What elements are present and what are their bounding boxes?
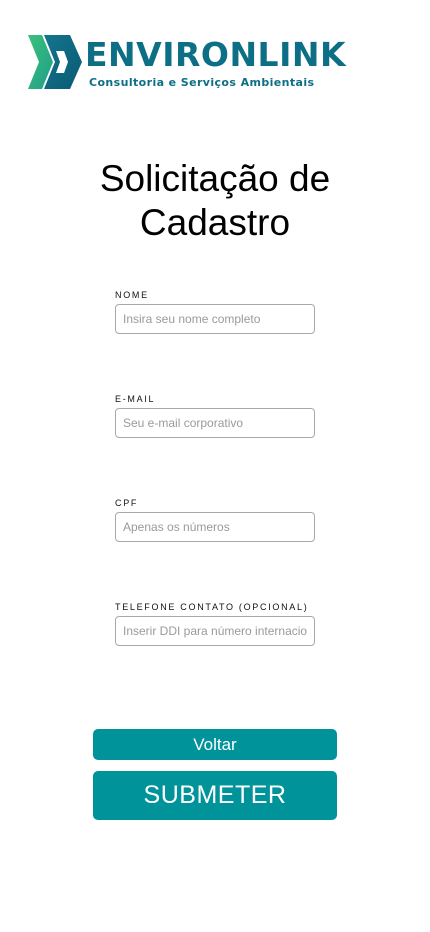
back-button[interactable]: Voltar — [93, 729, 337, 760]
nome-input[interactable] — [115, 304, 315, 334]
page-title: Solicitação de Cadastro — [0, 157, 430, 245]
nome-label: NOME — [115, 290, 149, 300]
page-title-line-1: Solicitação de — [99, 158, 331, 199]
submit-button[interactable]: SUBMETER — [93, 771, 337, 820]
logo-tagline: Consultoria e Serviços Ambientais — [89, 76, 315, 89]
environlink-logo: ENVIRONLINK Consultoria e Serviços Ambie… — [26, 33, 414, 91]
logo-wordmark: ENVIRONLINK — [85, 35, 347, 74]
nome-field-group: NOME — [115, 289, 315, 334]
telefone-field-group: TELEFONE CONTATO (OPCIONAL) — [115, 601, 315, 646]
telefone-label: TELEFONE CONTATO (OPCIONAL) — [115, 602, 309, 612]
email-input[interactable] — [115, 408, 315, 438]
environlink-logo-mark-icon — [28, 35, 82, 89]
cpf-field-group: CPF — [115, 497, 315, 542]
cpf-input[interactable] — [115, 512, 315, 542]
telefone-input[interactable] — [115, 616, 315, 646]
email-field-group: E-MAIL — [115, 393, 315, 438]
page-title-line-2: Cadastro — [139, 202, 291, 243]
email-label: E-MAIL — [115, 394, 156, 404]
cpf-label: CPF — [115, 498, 139, 508]
